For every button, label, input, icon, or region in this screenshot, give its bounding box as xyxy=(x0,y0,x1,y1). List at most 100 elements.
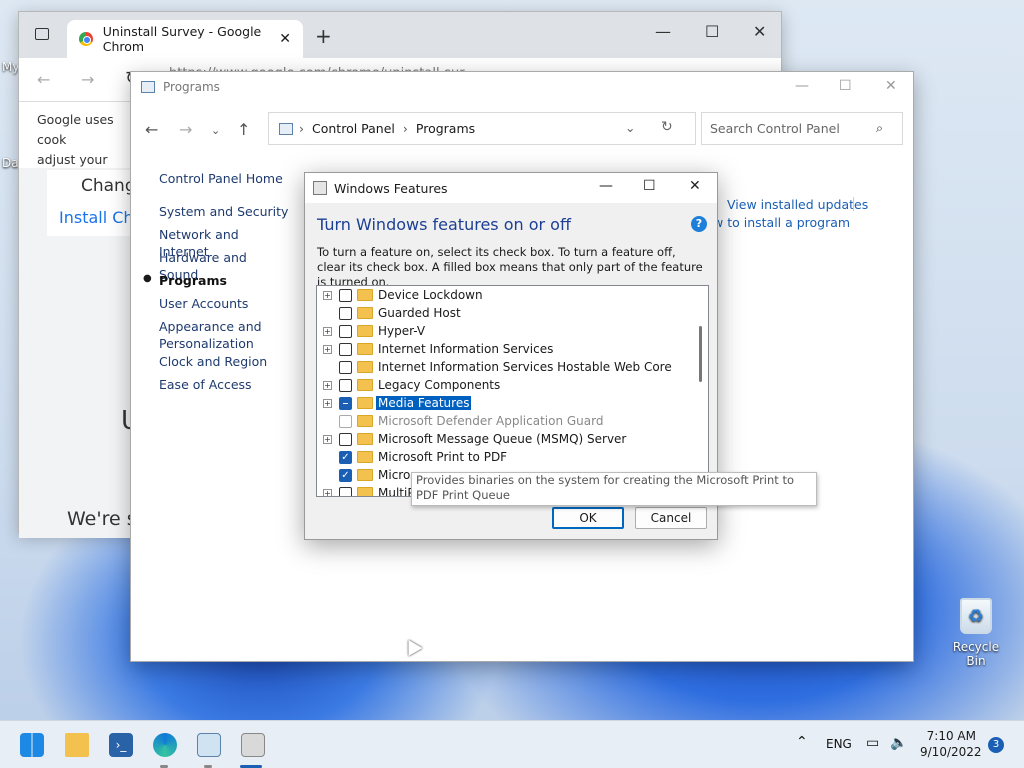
sidebar-item-control-panel-home[interactable]: Control Panel Home xyxy=(159,170,283,187)
chrome-tab[interactable]: Uninstall Survey - Google Chrom ✕ xyxy=(67,20,303,58)
volume-icon[interactable]: 🔈 xyxy=(890,735,907,751)
clock[interactable]: 7:10 AM 9/10/2022 xyxy=(920,728,982,760)
feature-row[interactable]: Internet Information Services Hostable W… xyxy=(317,358,697,376)
expand-icon[interactable]: + xyxy=(323,290,332,300)
chrome-favicon-icon xyxy=(79,32,93,46)
help-icon[interactable]: ? xyxy=(691,216,707,232)
feature-checkbox[interactable] xyxy=(339,288,352,302)
breadcrumb-separator-icon: › xyxy=(299,121,304,136)
sidebar-item-system-and-security[interactable]: System and Security xyxy=(159,203,288,220)
forward-icon[interactable]: → xyxy=(81,70,94,89)
folder-icon xyxy=(357,307,373,319)
expand-icon[interactable]: + xyxy=(323,398,332,408)
desktop-icon-label[interactable]: Da xyxy=(2,156,19,170)
sidebar-item-user-accounts[interactable]: User Accounts xyxy=(159,295,248,312)
desktop-icon-label[interactable]: My xyxy=(2,60,19,74)
feature-label[interactable]: Internet Information Services xyxy=(376,342,555,356)
recycle-bin[interactable]: ♻ Recycle Bin xyxy=(944,598,1008,668)
dialog-title: Windows Features xyxy=(334,180,448,196)
breadcrumb-control-panel[interactable]: Control Panel xyxy=(312,121,395,136)
back-icon[interactable]: ← xyxy=(37,70,50,89)
expand-icon[interactable]: + xyxy=(323,380,332,390)
ok-button[interactable]: OK xyxy=(552,507,624,529)
how-to-install-link[interactable]: w to install a program xyxy=(713,215,850,230)
address-bar[interactable]: › Control Panel › Programs ⌄ ↻ xyxy=(268,112,696,145)
breadcrumb-programs[interactable]: Programs xyxy=(416,121,475,136)
edge-icon[interactable] xyxy=(153,733,177,757)
feature-tree[interactable]: + Device Lockdown Guarded Host + Hyper-V + Int… xyxy=(316,285,709,497)
search-input[interactable]: Search Control Panel ⌕ xyxy=(701,112,903,145)
expand-icon[interactable]: + xyxy=(323,488,332,496)
language-indicator[interactable]: ENG xyxy=(826,737,852,751)
feature-label[interactable]: Legacy Components xyxy=(376,378,502,392)
feature-label[interactable]: Microsoft Print to PDF xyxy=(376,450,509,464)
minimize-icon[interactable]: — xyxy=(599,178,613,194)
show-hidden-icons-icon[interactable]: ⌃ xyxy=(796,734,808,750)
refresh-icon[interactable]: ↻ xyxy=(661,119,673,135)
minimize-icon[interactable]: — xyxy=(655,22,671,41)
new-tab-icon[interactable]: + xyxy=(315,24,332,48)
tab-actions-icon[interactable] xyxy=(35,28,49,40)
cancel-button[interactable]: Cancel xyxy=(635,507,707,529)
close-icon[interactable]: ✕ xyxy=(753,22,766,41)
scrollbar[interactable] xyxy=(699,326,702,382)
feature-label[interactable]: Media Features xyxy=(376,396,472,410)
feature-row[interactable]: + Legacy Components xyxy=(317,376,697,394)
close-icon[interactable]: ✕ xyxy=(885,78,897,94)
feature-checkbox[interactable]: ✓ xyxy=(339,468,352,482)
feature-checkbox[interactable] xyxy=(339,378,352,392)
feature-checkbox[interactable] xyxy=(339,396,352,410)
maximize-icon[interactable]: ☐ xyxy=(643,178,656,194)
back-icon[interactable]: ← xyxy=(145,120,158,139)
expand-icon[interactable]: + xyxy=(323,434,332,444)
feature-row[interactable]: Guarded Host xyxy=(317,304,697,322)
forward-icon[interactable]: → xyxy=(179,120,192,139)
feature-label[interactable]: Internet Information Services Hostable W… xyxy=(376,360,674,374)
windows-features-icon[interactable] xyxy=(241,733,265,757)
feature-checkbox[interactable] xyxy=(339,486,352,496)
chevron-down-icon[interactable]: ⌄ xyxy=(625,120,635,135)
feature-row[interactable]: + Device Lockdown xyxy=(317,286,697,304)
powershell-icon[interactable]: ›_ xyxy=(109,733,133,757)
feature-row[interactable]: + Hyper-V xyxy=(317,322,697,340)
feature-label[interactable]: Hyper-V xyxy=(376,324,427,338)
feature-row[interactable]: Microsoft Defender Application Guard xyxy=(317,412,697,430)
sidebar-item-ease-of-access[interactable]: Ease of Access xyxy=(159,376,252,393)
feature-row[interactable]: + Internet Information Services xyxy=(317,340,697,358)
feature-checkbox[interactable] xyxy=(339,324,352,338)
sidebar-item-clock-and-region[interactable]: Clock and Region xyxy=(159,353,267,370)
expand-icon[interactable]: + xyxy=(323,344,332,354)
recycle-bin-icon: ♻ xyxy=(960,598,992,634)
close-tab-icon[interactable]: ✕ xyxy=(279,31,291,47)
recent-locations-icon[interactable]: ⌄ xyxy=(211,124,220,137)
up-icon[interactable]: ↑ xyxy=(237,120,250,139)
network-icon[interactable]: ▭ xyxy=(866,735,879,751)
view-installed-updates-link[interactable]: View installed updates xyxy=(727,197,868,212)
maximize-icon[interactable]: ☐ xyxy=(705,22,719,41)
breadcrumb-separator-icon: › xyxy=(402,121,408,136)
close-icon[interactable]: ✕ xyxy=(689,178,701,194)
minimize-icon[interactable]: — xyxy=(795,78,809,94)
feature-checkbox[interactable]: ✓ xyxy=(339,450,352,464)
feature-row[interactable]: ✓ Microsoft Print to PDF xyxy=(317,448,697,466)
control-panel-icon[interactable] xyxy=(197,733,221,757)
feature-checkbox[interactable] xyxy=(339,432,352,446)
maximize-icon[interactable]: ☐ xyxy=(839,78,852,94)
feature-checkbox[interactable] xyxy=(339,342,352,356)
folder-icon xyxy=(357,451,373,463)
page-text: We're s xyxy=(67,508,137,530)
feature-checkbox[interactable] xyxy=(339,306,352,320)
notification-badge[interactable]: 3 xyxy=(988,737,1004,753)
expand-icon[interactable]: + xyxy=(323,326,332,336)
feature-label[interactable]: Microsoft Defender Application Guard xyxy=(376,414,605,428)
file-explorer-icon[interactable] xyxy=(65,733,89,757)
feature-row[interactable]: + Microsoft Message Queue (MSMQ) Server xyxy=(317,430,697,448)
sidebar-item-appearance[interactable]: Appearance and Personalization xyxy=(159,318,269,352)
feature-checkbox[interactable] xyxy=(339,360,352,374)
windows-features-icon xyxy=(313,181,327,195)
start-icon[interactable] xyxy=(20,733,44,757)
feature-label[interactable]: Device Lockdown xyxy=(376,288,485,302)
feature-label[interactable]: Guarded Host xyxy=(376,306,463,320)
feature-label[interactable]: Microsoft Message Queue (MSMQ) Server xyxy=(376,432,628,446)
feature-row[interactable]: + Media Features xyxy=(317,394,697,412)
